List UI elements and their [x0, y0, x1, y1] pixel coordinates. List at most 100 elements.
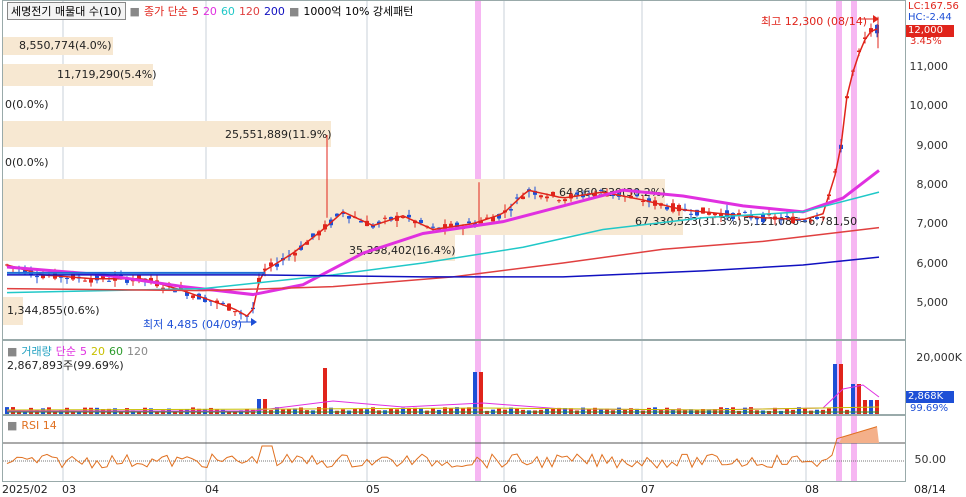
- ma-period-60: 60: [220, 4, 235, 18]
- rsi-pane[interactable]: ■ RSI 14: [2, 415, 906, 482]
- candle-body: [557, 200, 561, 202]
- current-volume-pct: 99.69%: [910, 403, 949, 414]
- volume-bar: [389, 408, 393, 414]
- hc-value: HC:-2.44: [908, 12, 952, 23]
- volume-bar: [653, 407, 657, 414]
- candle-body: [755, 218, 759, 220]
- stock-title[interactable]: 세명전기 매물대 수(10): [7, 2, 126, 20]
- x-label-07: 07: [641, 483, 655, 496]
- chart-window: 8,550,774(4.0%) 11,719,290(5.4%) 0(0.0%)…: [0, 0, 966, 497]
- candle-body: [575, 192, 579, 195]
- volume-bar: [497, 408, 501, 414]
- candle-body: [545, 196, 549, 199]
- volume-bar: [431, 408, 435, 414]
- volume-bar: [827, 408, 831, 414]
- legend-square-icon-3: ■: [7, 344, 18, 358]
- current-price-pct: 3.45%: [910, 36, 942, 47]
- candle-body: [41, 275, 45, 279]
- candle-body: [191, 295, 195, 298]
- volume-bar: [587, 408, 591, 414]
- volume-ma-60: 60: [109, 344, 124, 358]
- legend-square-icon-2: ■: [288, 4, 300, 18]
- volume-summary: 2,867,893주(99.69%): [7, 359, 124, 372]
- low-arrow-head: [251, 318, 257, 326]
- price-tick-8000: 8,000: [916, 178, 949, 191]
- volume-bar: [665, 407, 669, 414]
- highlight-band: [851, 416, 857, 481]
- volume-bar: [353, 408, 357, 414]
- volume-bar: [515, 408, 519, 414]
- candle-body: [563, 199, 567, 202]
- legend-square-icon-4: ■: [7, 418, 18, 432]
- candle-body: [89, 279, 93, 283]
- pattern-label: 1000억 10% 강세패턴: [303, 5, 414, 18]
- candle-body: [809, 220, 813, 222]
- candle-body: [641, 200, 645, 202]
- ma-period-120: 120: [238, 4, 260, 18]
- volume-pane[interactable]: ■ 거래량 단순 5 20 60 120 2,867,893주(99.69%): [2, 340, 906, 415]
- x-label-2025-02: 2025/02: [2, 483, 48, 496]
- price-overlay: [5, 15, 880, 326]
- x-label-03: 03: [62, 483, 76, 496]
- candle-body: [65, 278, 69, 280]
- candle-body: [785, 215, 789, 217]
- rsi-header: ■ RSI 14: [7, 417, 57, 433]
- price-tick-6000: 6,000: [916, 257, 949, 270]
- ma-period-200: 200: [263, 4, 285, 18]
- ma-period-20: 20: [202, 4, 217, 18]
- rsi-title: RSI 14: [21, 418, 57, 432]
- candle-body: [635, 194, 639, 197]
- candle-body: [347, 216, 351, 219]
- volume-bar: [743, 407, 747, 414]
- volume-bar: [803, 407, 807, 414]
- ma-period-5: 5: [191, 4, 199, 18]
- candle-body: [815, 216, 819, 219]
- candle-body: [821, 216, 825, 218]
- lc-value: LC:167.56: [908, 1, 959, 12]
- rsi-tick-50: 50.00: [914, 453, 947, 466]
- volume-bar: [851, 384, 855, 414]
- volume-bar: [731, 407, 735, 414]
- volume-bar: [299, 407, 303, 414]
- volume-bar: [323, 368, 327, 414]
- x-label-06: 06: [503, 483, 517, 496]
- volume-bar: [647, 407, 651, 414]
- volume-ma-line: [7, 384, 880, 412]
- volume-bar: [857, 384, 861, 414]
- volume-ma-120: 120: [127, 344, 149, 358]
- price-tick-11000: 11,000: [909, 60, 949, 73]
- volume-bar: [545, 408, 549, 414]
- candle-body: [599, 189, 603, 191]
- volume-tick-20000k: 20,000K: [916, 351, 962, 364]
- right-axis[interactable]: LC:167.56 HC:-2.44 11,000 10,000 9,000 8…: [906, 0, 966, 497]
- volume-ma-20: 20: [91, 344, 106, 358]
- candle-body: [539, 195, 543, 198]
- highlight-band: [475, 416, 481, 481]
- candle-body: [665, 206, 669, 210]
- price-tick-10000: 10,000: [909, 99, 949, 112]
- volume-bar: [617, 407, 621, 414]
- legend-square-icon: ■: [129, 4, 140, 18]
- x-label-08: 08: [805, 483, 819, 496]
- volume-bar: [359, 408, 363, 414]
- candle-body: [803, 220, 807, 222]
- candle-body: [383, 217, 387, 219]
- ma-label: 종가 단순: [143, 5, 188, 18]
- price-tick-7000: 7,000: [916, 217, 949, 230]
- candle-body: [743, 211, 747, 213]
- candle-body: [689, 213, 693, 215]
- rsi-chart: [3, 416, 905, 481]
- rsi-line: [6, 426, 878, 469]
- high-annotation: 최고 12,300 (08/14): [761, 15, 868, 28]
- volume-bar: [461, 408, 465, 414]
- x-label-08-14: 08/14: [914, 483, 946, 496]
- price-tick-9000: 9,000: [916, 139, 949, 152]
- price-pane[interactable]: 8,550,774(4.0%) 11,719,290(5.4%) 0(0.0%)…: [2, 0, 906, 340]
- price-header: 세명전기 매물대 수(10) ■ 종가 단순 5 20 60 120 200 ■…: [7, 2, 414, 20]
- x-label-05: 05: [366, 483, 380, 496]
- volume-bar: [419, 408, 423, 414]
- price-tick-5000: 5,000: [916, 296, 949, 309]
- volume-bar: [833, 364, 837, 414]
- candle-body: [467, 221, 471, 224]
- candle-body: [161, 287, 165, 289]
